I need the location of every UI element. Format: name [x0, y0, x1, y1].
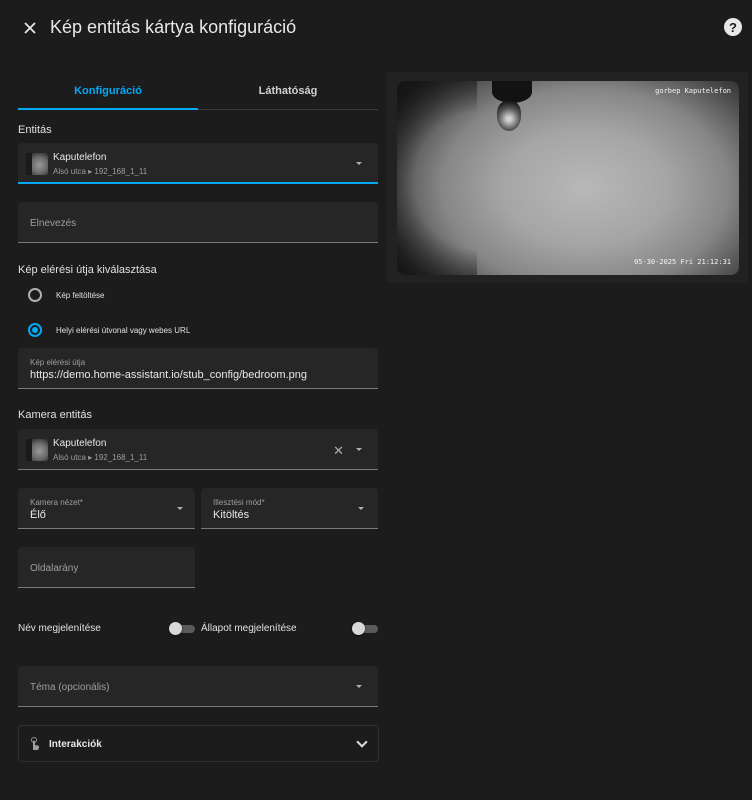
show-name-toggle[interactable]	[169, 622, 195, 635]
gesture-tap-icon	[31, 737, 40, 750]
entity-area: Alsó utca ▸ 192_168_1_11	[53, 453, 148, 462]
fit-mode-select[interactable]: Illesztési mód* Kitöltés	[201, 488, 378, 529]
chevron-down-icon[interactable]	[358, 507, 364, 510]
radio-upload-image[interactable]: Kép feltöltése	[28, 287, 104, 303]
chevron-down-icon[interactable]	[356, 685, 362, 688]
show-state-toggle[interactable]	[352, 622, 378, 635]
chevron-down-icon[interactable]	[177, 507, 183, 510]
card-preview: gorbep Kaputelefon 05-30-2025 Fri 21:12:…	[386, 72, 748, 283]
chevron-down-icon	[356, 736, 368, 748]
entity-picture	[26, 153, 48, 175]
fit-mode-value: Kitöltés	[213, 509, 250, 521]
theme-placeholder: Téma (opcionális)	[30, 682, 110, 693]
camera-view-value: Élő	[30, 509, 46, 521]
camera-entity-picker[interactable]: Kaputelefon Alsó utca ▸ 192_168_1_11 ✕	[18, 429, 378, 470]
tab-visibility[interactable]: Láthatóság	[198, 72, 378, 109]
toggle-knob	[352, 622, 365, 635]
image-path-field[interactable]: Kép elérési útja https://demo.home-assis…	[18, 348, 378, 389]
theme-select[interactable]: Téma (opcionális)	[18, 666, 378, 707]
camera-overlay-timestamp: 05-30-2025 Fri 21:12:31	[634, 258, 731, 266]
camera-section-label: Kamera entitás	[18, 409, 92, 421]
clear-icon[interactable]: ✕	[333, 443, 344, 459]
image-lamp-arm	[492, 81, 532, 103]
camera-view-select[interactable]: Kamera nézet* Élő	[18, 488, 195, 529]
radio-button[interactable]	[28, 323, 42, 337]
entity-picture	[26, 439, 48, 461]
image-path-field-value: https://demo.home-assistant.io/stub_conf…	[30, 369, 307, 381]
interactions-label: Interakciók	[49, 739, 102, 750]
card-config-dialog: Kép entitás kártya konfiguráció ? Konfig…	[0, 0, 752, 800]
fit-mode-label: Illesztési mód*	[213, 498, 265, 507]
image-shadow	[397, 81, 477, 275]
show-state-label: Állapot megjelenítése	[201, 623, 297, 634]
tab-configuration[interactable]: Konfiguráció	[18, 72, 198, 110]
entity-name: Kaputelefon	[53, 152, 107, 163]
name-field-placeholder: Elnevezés	[30, 218, 77, 229]
interactions-expander[interactable]: Interakciók	[18, 725, 379, 762]
radio-local-url[interactable]: Helyi elérési útvonal vagy webes URL	[28, 322, 190, 338]
radio-label: Kép feltöltése	[56, 290, 105, 300]
tab-bar: Konfiguráció Láthatóság	[18, 72, 378, 110]
close-button[interactable]	[16, 14, 44, 42]
entity-area: Alsó utca ▸ 192_168_1_11	[53, 167, 148, 176]
image-path-section-label: Kép elérési útja kiválasztása	[18, 264, 157, 276]
aspect-ratio-placeholder: Oldalarány	[30, 563, 79, 574]
show-name-label: Név megjelenítése	[18, 623, 101, 634]
aspect-ratio-field[interactable]: Oldalarány	[18, 547, 195, 588]
help-icon[interactable]: ?	[724, 18, 742, 36]
toggle-knob	[169, 622, 182, 635]
entity-picker[interactable]: Kaputelefon Alsó utca ▸ 192_168_1_11	[18, 143, 378, 184]
chevron-down-icon[interactable]	[356, 162, 362, 165]
camera-view-label: Kamera nézet*	[30, 498, 83, 507]
camera-image: gorbep Kaputelefon 05-30-2025 Fri 21:12:…	[397, 81, 739, 275]
entity-name: Kaputelefon	[53, 438, 107, 449]
radio-button[interactable]	[28, 288, 42, 302]
entity-section-label: Entitás	[18, 124, 52, 136]
image-path-field-label: Kép elérési útja	[30, 358, 86, 367]
radio-label: Helyi elérési útvonal vagy webes URL	[56, 325, 191, 335]
camera-overlay-name: gorbep Kaputelefon	[655, 87, 731, 95]
dialog-header: Kép entitás kártya konfiguráció ?	[0, 0, 752, 56]
close-icon	[24, 22, 36, 34]
chevron-down-icon[interactable]	[356, 448, 362, 451]
image-lamp	[497, 101, 521, 131]
dialog-title: Kép entitás kártya konfiguráció	[50, 17, 297, 37]
name-field[interactable]: Elnevezés	[18, 202, 378, 243]
